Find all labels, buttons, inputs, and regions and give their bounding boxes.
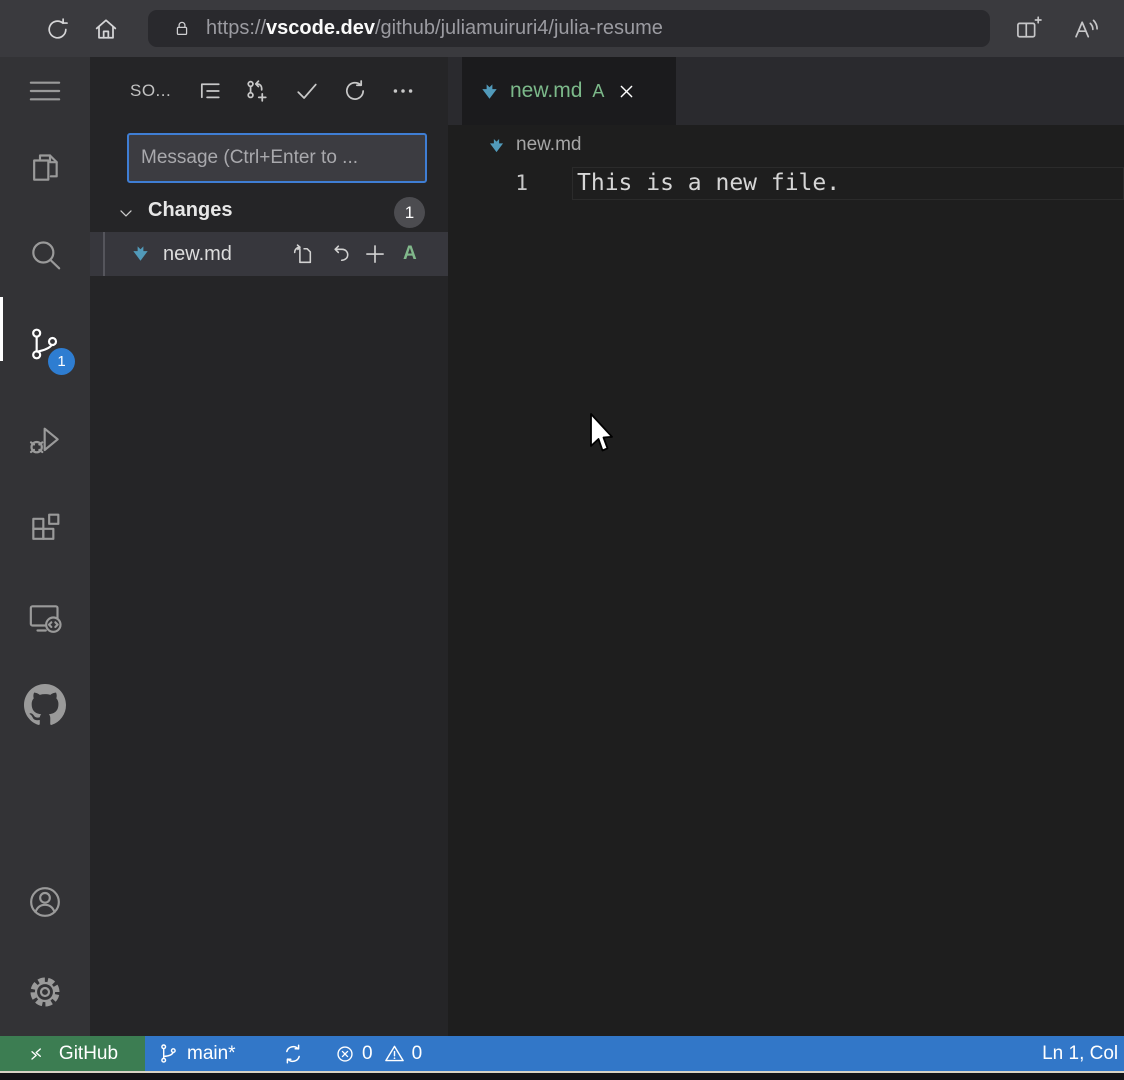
line-number: 1 [448,167,528,200]
settings-button[interactable] [23,970,67,1014]
extensions-icon [25,508,65,548]
warning-icon [383,1042,406,1065]
tab-bar: new.md A [448,57,1124,125]
explorer-icon [25,148,65,188]
remote-indicator-icon [27,1043,49,1065]
refresh-button[interactable] [42,14,72,44]
read-aloud-icon [1071,16,1100,43]
split-screen-icon [1014,16,1043,43]
open-file-button[interactable] [289,241,315,267]
close-icon [617,82,636,101]
branch-name: main* [187,1043,236,1065]
lock-icon [172,18,192,40]
sidebar-item-search[interactable] [23,233,67,277]
sidebar-item-source-control[interactable]: 1 [23,322,67,366]
editor-group: new.md A new.md 1 This is a new file. [448,57,1124,1036]
sidebar-item-explorer[interactable] [23,146,67,190]
code-area[interactable]: 1 This is a new file. [448,165,1124,1036]
refresh-scm-icon [341,77,369,105]
error-count: 0 [362,1043,373,1065]
discard-changes-button[interactable] [329,241,355,267]
address-bar[interactable]: https://vscode.dev/github/juliamuiruri4/… [148,10,990,47]
close-tab-button[interactable] [617,82,636,101]
sidebar-item-remote-explorer[interactable] [23,596,67,640]
create-branch-button[interactable] [241,75,273,107]
read-aloud-button[interactable] [1070,14,1100,44]
stage-changes-button[interactable] [362,241,388,267]
menu-button[interactable] [23,69,67,113]
more-actions-icon [389,77,417,105]
menu-icon [25,71,65,111]
branch-icon [157,1042,180,1065]
discard-icon [330,242,355,267]
remote-indicator[interactable]: GitHub [0,1036,145,1071]
tab-label: new.md [510,79,582,103]
view-as-tree-icon [196,77,224,105]
home-button[interactable] [91,14,121,44]
error-icon [334,1043,356,1065]
tab-newmd[interactable]: new.md A [462,57,676,125]
sidebar-item-run-debug[interactable] [23,418,67,462]
sidebar-item-extensions[interactable] [23,506,67,550]
change-row-newmd[interactable]: new.md A [90,232,448,276]
cursor-position: Ln 1, Col 2 [1042,1043,1124,1065]
search-icon [25,235,65,275]
activity-bar: 1 [0,57,90,1036]
cursor-position-item[interactable]: Ln 1, Col 2 [1042,1036,1124,1071]
breadcrumb[interactable]: new.md [448,125,1124,165]
branch-status-item[interactable]: main* [157,1036,236,1071]
commit-icon [293,77,321,105]
git-status-letter: A [403,232,417,276]
url-path: /github/juliamuiruri4/julia-resume [375,17,663,40]
remote-explorer-icon [25,598,65,638]
account-button[interactable] [23,880,67,924]
more-actions-button[interactable] [387,75,419,107]
changes-count-badge: 1 [394,197,425,228]
source-control-panel: SO... Changes 1 [90,57,448,1036]
changes-section-header[interactable]: Changes 1 [90,196,448,230]
changes-section-label: Changes [148,199,232,222]
home-icon [92,15,120,43]
url-domain: vscode.dev [266,17,375,40]
markdown-file-icon [129,242,152,270]
source-control-header: SO... [90,57,448,125]
stage-icon [362,241,388,267]
browser-toolbar: https://vscode.dev/github/juliamuiruri4/… [0,0,1124,57]
status-bar: GitHub main* 0 0 Ln 1, Col 2 [0,1036,1124,1071]
open-file-icon [290,242,315,267]
vscode-workbench: 1 SO... [0,57,1124,1036]
breadcrumb-file: new.md [516,134,581,156]
account-icon [25,882,65,922]
problems-status-item[interactable]: 0 0 [334,1036,422,1071]
run-debug-icon [25,420,65,460]
sync-status-item[interactable] [281,1036,305,1071]
markdown-file-icon [478,80,501,103]
warning-count: 0 [412,1043,423,1065]
source-control-badge: 1 [48,348,75,375]
active-view-indicator [0,297,3,361]
settings-gear-icon [25,972,65,1012]
sync-icon [281,1042,305,1066]
panel-title: SO... [130,57,171,125]
tab-git-decoration: A [592,81,604,102]
window-bottom-edge [0,1071,1124,1080]
url-scheme: https:// [206,17,266,40]
view-as-tree-button[interactable] [194,75,226,107]
commit-message-input[interactable] [127,133,427,183]
change-file-name: new.md [163,232,232,276]
github-icon [24,684,66,726]
sidebar-item-github[interactable] [23,683,67,727]
refresh-repository-button[interactable] [339,75,371,107]
split-screen-button[interactable] [1013,14,1043,44]
code-line: This is a new file. [577,167,840,200]
refresh-icon [44,16,71,43]
chevron-down-icon [116,203,136,228]
markdown-file-icon [486,135,507,156]
commit-button[interactable] [291,75,323,107]
create-branch-icon [243,77,271,105]
tree-indent-guide [103,232,105,276]
remote-label: GitHub [59,1043,118,1065]
